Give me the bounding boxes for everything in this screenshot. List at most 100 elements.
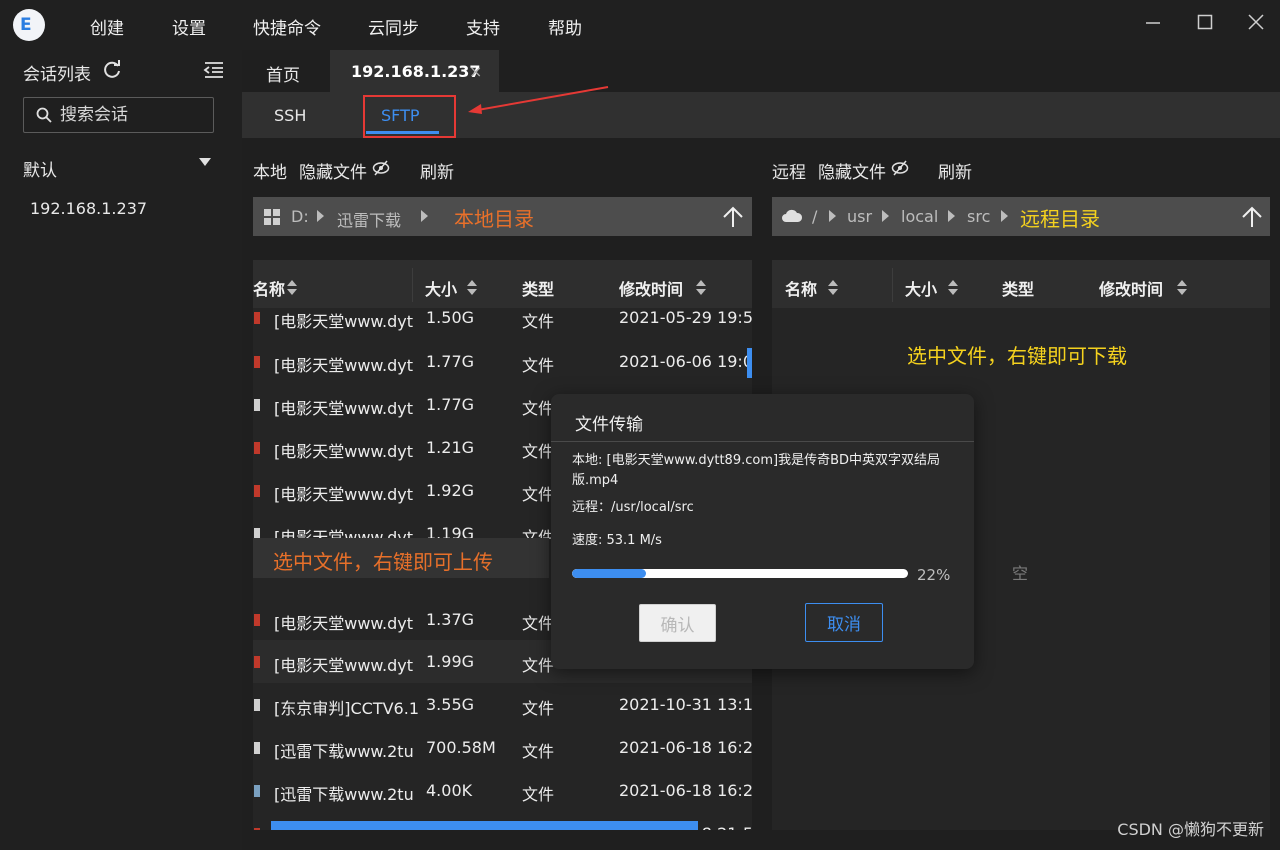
eye-off-icon[interactable] [372,160,390,176]
menu-quick-commands[interactable]: 快捷命令 [253,14,321,39]
file-icon [254,699,260,711]
menu-settings[interactable]: 设置 [172,14,206,39]
sort-icon[interactable] [828,280,838,296]
col-name[interactable]: 名称 [253,276,285,300]
sort-icon[interactable] [696,280,706,296]
sftp-highlight-box [363,95,456,138]
cell-size: 1.21G [426,438,475,457]
cell-size: 4.00K [426,781,473,800]
upload-hint: 选中文件，右键即可上传 [253,538,549,578]
windows-icon [264,209,280,225]
cell-name: [电影天堂www.dyt [274,442,414,461]
remote-hide-files[interactable]: 隐藏文件 [818,158,886,183]
minimize-icon[interactable] [1141,12,1165,36]
eye-off-icon[interactable] [891,160,909,176]
cell-type: 文件 [522,312,555,331]
sort-icon[interactable] [948,280,958,296]
cell-type: 文件 [522,785,555,804]
table-row[interactable]: [迅雷下载www.2tu 4.00K 文件 2021-06-18 16:2 [253,769,752,812]
file-transfer-dialog: 文件传输 本地: [电影天堂www.dytt89.com]我是传奇BD中英双字双… [551,394,974,669]
path-segment[interactable]: local [901,207,938,226]
path-segment[interactable]: 迅雷下载 [337,207,401,231]
cell-size: 1.77G [426,395,475,414]
table-row[interactable]: [电影天堂www.dyt 1.77G 文件 2021-06-06 19:0( [253,340,752,383]
sort-icon[interactable] [1177,280,1187,296]
file-icon [254,356,260,368]
col-mtime[interactable]: 修改时间 [619,276,683,300]
transfer-speed: 速度: 53.1 M/s [572,533,662,548]
local-table-header: 名称 大小 类型 修改时间 [253,260,752,308]
tab-home[interactable]: 首页 [266,61,300,86]
arrow-up-icon[interactable] [1240,205,1264,229]
maximize-icon[interactable] [1193,12,1217,36]
transfer-remote-path: 远程：/usr/local/src [572,500,694,515]
cell-size: 1.50G [426,308,475,327]
sort-icon[interactable] [287,280,297,296]
local-label: 本地 [253,163,287,183]
menu-cloud-sync[interactable]: 云同步 [368,14,419,39]
title-bar: E 创建 设置 快捷命令 云同步 支持 帮助 [0,0,1280,50]
horizontal-scrollbar[interactable] [271,821,698,830]
table-row[interactable]: [东京审判]CCTV6.1 3.55G 文件 2021-10-31 13:1 [253,683,752,726]
session-item[interactable]: 192.168.1.237 [30,199,147,218]
col-size[interactable]: 大小 [425,276,457,300]
file-icon [254,399,260,411]
cloud-icon [782,209,803,222]
cell-type: 文件 [522,614,555,633]
path-segment[interactable]: D: [291,207,309,226]
col-type[interactable]: 类型 [522,276,554,300]
vertical-scrollbar[interactable] [747,348,752,378]
close-tab-icon[interactable]: × [469,62,482,81]
path-separator-icon [317,210,324,222]
local-refresh[interactable]: 刷新 [420,158,454,183]
path-segment[interactable]: / [812,207,817,226]
path-segment[interactable]: src [967,207,990,226]
session-list-title: 会话列表 [23,65,91,85]
tab-ssh[interactable]: SSH [274,106,306,125]
search-input[interactable] [60,103,210,127]
progress-fill [572,569,646,578]
local-dir-note: 本地目录 [454,207,534,231]
cell-type: 文件 [522,699,555,718]
cell-type: 文件 [522,356,555,375]
menu-help[interactable]: 帮助 [548,14,582,39]
col-mtime[interactable]: 修改时间 [1099,276,1163,300]
col-name[interactable]: 名称 [785,276,817,300]
cell-type: 文件 [522,442,555,461]
collapse-sidebar-icon[interactable] [203,59,225,81]
cancel-button[interactable]: 取消 [805,603,883,642]
file-icon [254,312,260,324]
menu-support[interactable]: 支持 [466,14,500,39]
group-expand-icon[interactable] [199,158,211,166]
cell-name: [迅雷下载www.2tu [274,785,414,804]
file-icon [254,442,260,454]
table-row[interactable]: [迅雷下载www.2tu 700.58M 文件 2021-06-18 16:2 [253,726,752,769]
path-separator-icon [1001,210,1008,222]
cell-size: 1.92G [426,481,475,500]
menu-create[interactable]: 创建 [90,14,124,39]
remote-table-header: 名称 大小 类型 修改时间 [772,260,1270,308]
col-type[interactable]: 类型 [1002,276,1034,300]
cell-name: [电影天堂www.dyt [274,614,414,633]
refresh-icon[interactable] [101,59,123,81]
close-window-icon[interactable] [1244,12,1268,36]
transfer-progress-bar [572,569,908,578]
cell-mtime: 2021-06-18 16:2 [619,738,752,757]
search-box [23,97,214,133]
path-segment[interactable]: usr [847,207,872,226]
local-hide-files[interactable]: 隐藏文件 [299,158,367,183]
file-icon [254,614,260,626]
cell-size: 1.77G [426,352,475,371]
col-size[interactable]: 大小 [905,276,937,300]
watermark: CSDN @懒狗不更新 [1117,820,1264,839]
remote-refresh[interactable]: 刷新 [938,158,972,183]
arrow-up-icon[interactable] [721,205,745,229]
group-default[interactable]: 默认 [23,156,57,181]
app-logo: E [13,9,45,41]
cell-name: [电影天堂www.dyt [274,656,414,675]
confirm-button[interactable]: 确认 [639,604,716,642]
download-hint: 选中文件，右键即可下载 [907,344,1127,368]
cell-name: [迅雷下载www.2tu [274,742,414,761]
cell-type: 文件 [522,742,555,761]
sort-icon[interactable] [467,280,477,296]
